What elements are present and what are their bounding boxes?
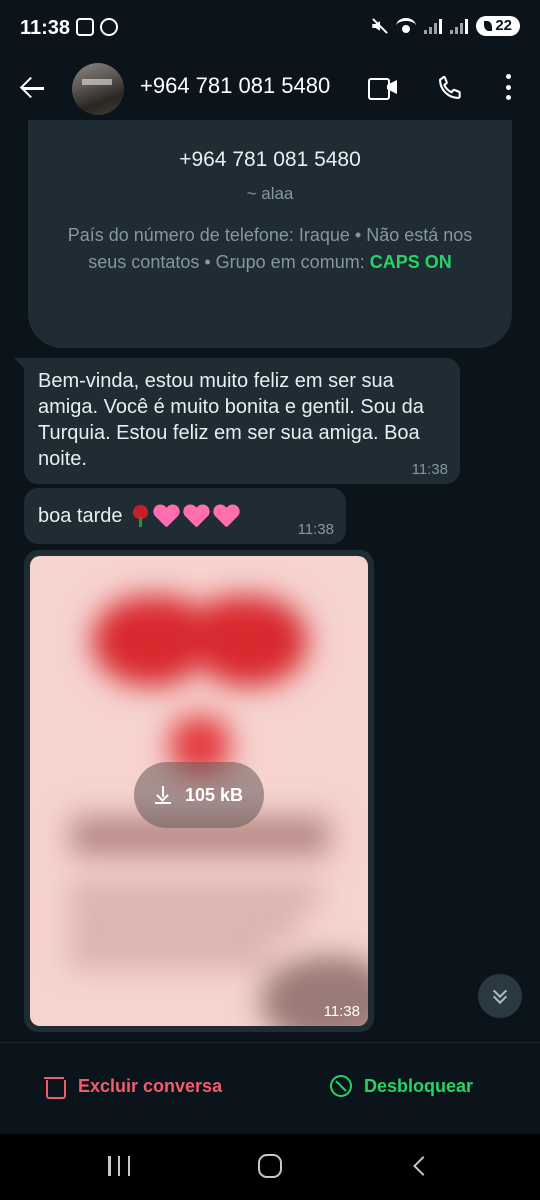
wifi-icon	[396, 18, 417, 34]
message-time: 11:38	[411, 461, 448, 478]
home-icon[interactable]	[258, 1154, 282, 1178]
heart-emoji-icon	[153, 503, 181, 529]
message-text: Bem-vinda, estou muito feliz em ser sua …	[38, 370, 424, 470]
delete-chat-label: Excluir conversa	[78, 1075, 223, 1096]
message-time: 11:38	[323, 1003, 360, 1020]
avatar[interactable]	[72, 63, 124, 115]
info-number: +964 781 081 5480	[179, 148, 361, 171]
trash-icon	[44, 1075, 66, 1099]
rose-emoji-icon	[129, 505, 151, 527]
scroll-down-button[interactable]	[478, 974, 522, 1018]
phone-icon[interactable]	[436, 74, 464, 102]
mute-icon	[370, 17, 388, 35]
group-link[interactable]: CAPS ON	[370, 252, 452, 272]
delete-chat-button[interactable]: Excluir conversa	[44, 1075, 223, 1099]
system-back-icon[interactable]	[413, 1156, 433, 1176]
image-message[interactable]: 105 kB 11:38	[24, 550, 374, 1032]
blurred-image-preview[interactable]: 105 kB 11:38	[30, 556, 368, 1026]
info-details: País do número de telefone: Iraque • Não…	[64, 222, 476, 276]
signal-icon	[424, 18, 443, 34]
download-size: 105 kB	[184, 784, 244, 805]
battery-level: 22	[495, 17, 512, 34]
blocked-contact-actions: Excluir conversa Desbloquear	[0, 1042, 540, 1134]
recents-icon[interactable]	[108, 1156, 130, 1176]
message-time: 11:38	[297, 521, 334, 538]
info-name: ~ alaa	[246, 184, 294, 203]
status-notification-icons	[76, 18, 118, 36]
download-icon	[154, 786, 171, 804]
download-button[interactable]: 105 kB	[134, 762, 264, 828]
contact-title[interactable]: +964 781 081 5480	[140, 73, 330, 99]
system-nav-bar	[0, 1134, 540, 1200]
chat-area[interactable]: +964 781 081 5480 ~ alaa País do número …	[0, 120, 540, 1042]
video-call-icon[interactable]	[368, 76, 398, 100]
status-bar: 11:38 22	[0, 0, 540, 56]
message-text: boa tarde	[38, 505, 123, 527]
signal-icon-2	[450, 18, 469, 34]
more-options-icon[interactable]	[504, 74, 512, 100]
back-arrow-icon[interactable]	[20, 76, 46, 100]
message-bubble[interactable]: Bem-vinda, estou muito feliz em ser sua …	[24, 358, 460, 484]
message-bubble[interactable]: boa tarde 11:38	[24, 488, 346, 544]
whatsapp-icon	[100, 18, 118, 36]
status-system-icons: 22	[370, 16, 520, 36]
status-time: 11:38	[20, 17, 71, 39]
unblock-button[interactable]: Desbloquear	[330, 1075, 473, 1097]
block-icon	[330, 1075, 352, 1097]
screenshot-icon	[76, 18, 94, 36]
battery-icon: 22	[476, 16, 520, 36]
contact-info-card: +964 781 081 5480 ~ alaa País do número …	[28, 120, 512, 348]
heart-emoji-icon	[183, 503, 211, 529]
unblock-label: Desbloquear	[364, 1075, 474, 1096]
chat-header: +964 781 081 5480	[0, 56, 540, 120]
heart-emoji-icon	[213, 503, 241, 529]
emoji-group	[129, 503, 241, 529]
